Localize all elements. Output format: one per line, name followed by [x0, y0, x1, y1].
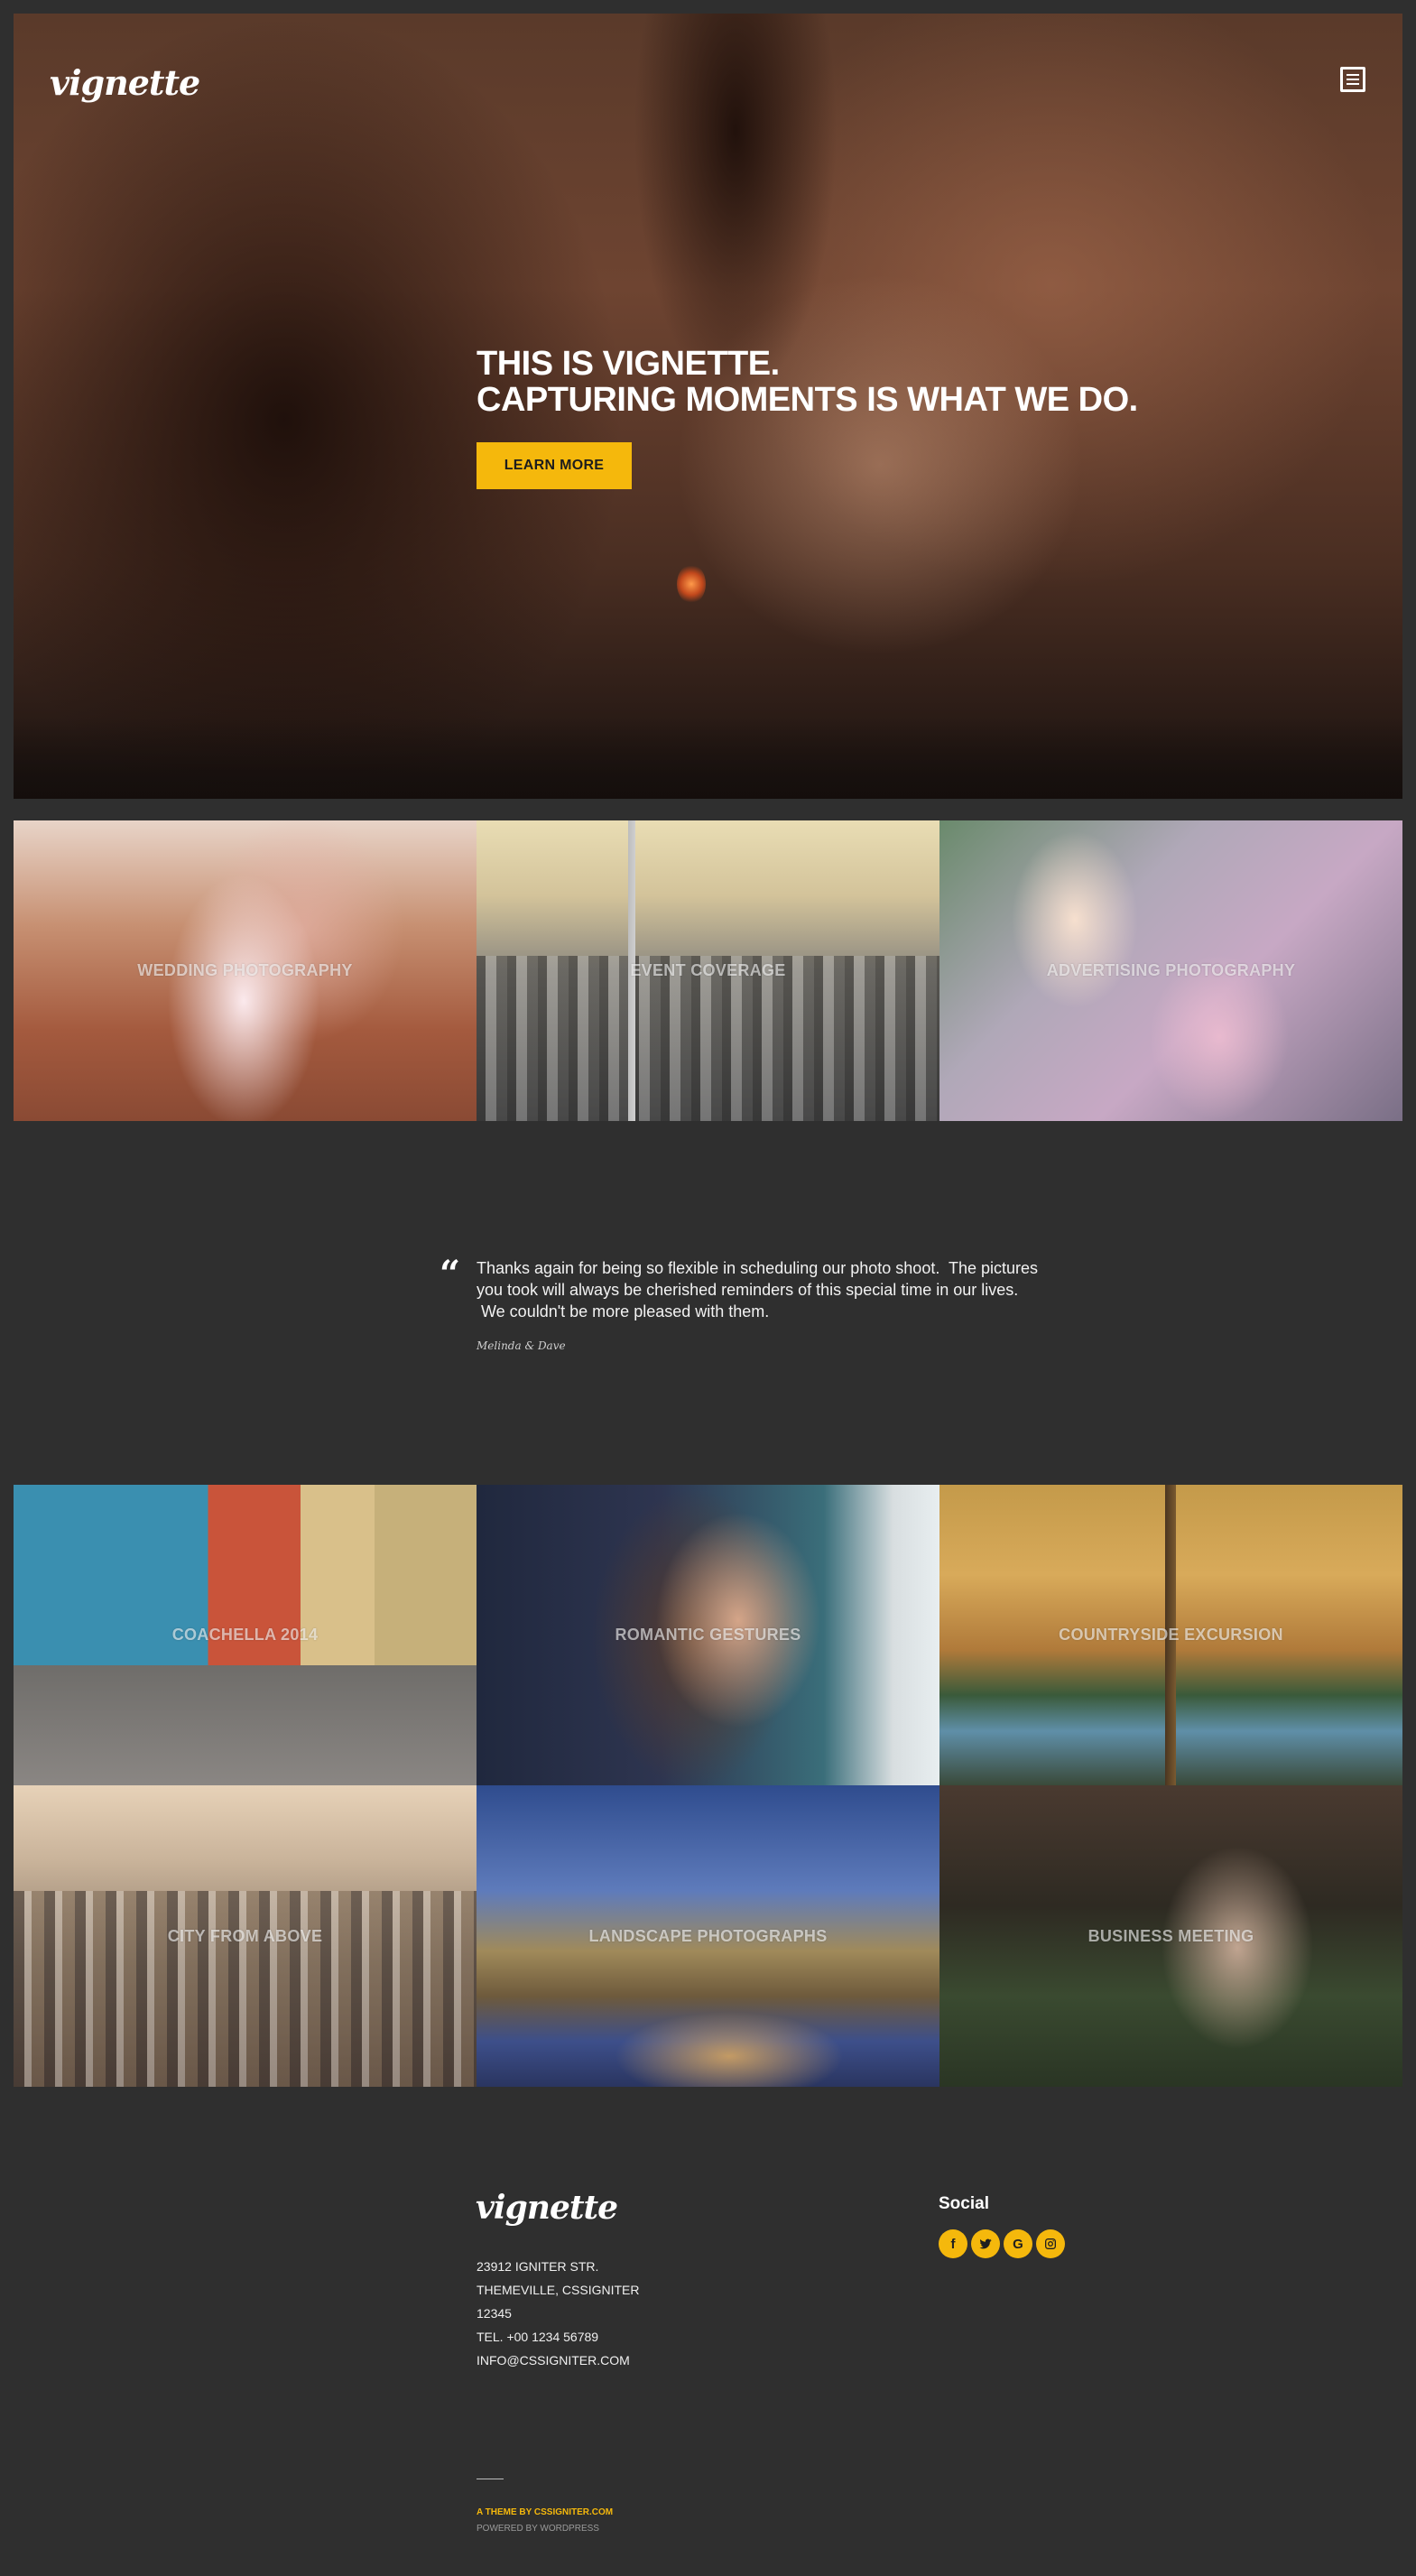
testimonial-line: We couldn't be more pleased with them. — [477, 1302, 770, 1320]
hero-banner: vignette THIS IS VIGNETTE. CAPTURING MOM… — [14, 14, 1402, 799]
gallery-tile-romantic[interactable]: ROMANTIC GESTURES — [477, 1485, 939, 1785]
footer-address: 23912 IGNITER STR. THEMEVILLE, CSSIGNITE… — [477, 2255, 639, 2372]
theme-credit-link[interactable]: A THEME BY CSSIGNITER.COM — [477, 2505, 613, 2521]
site-logo[interactable]: vignette — [50, 62, 200, 103]
gallery-tile-label: COUNTRYSIDE EXCURSION — [1059, 1626, 1283, 1644]
menu-icon — [1340, 67, 1365, 92]
gallery-tile-label: CITY FROM ABOVE — [167, 1926, 323, 1945]
gallery-tile-coachella[interactable]: COACHELLA 2014 — [14, 1485, 477, 1785]
testimonial-text: Thanks again for being so flexible in sc… — [477, 1257, 1126, 1322]
service-tile-label: EVENT COVERAGE — [630, 961, 786, 979]
gallery-tile-city[interactable]: CITY FROM ABOVE — [14, 1785, 477, 2087]
menu-button[interactable] — [1340, 66, 1367, 93]
testimonial-author: Melinda & Dave — [477, 1339, 566, 1352]
hero-lantern-glow — [677, 564, 706, 604]
gallery-tile-label: LANDSCAPE PHOTOGRAPHS — [588, 1926, 828, 1945]
hero-title-line-1: THIS IS VIGNETTE. — [477, 345, 780, 383]
service-tile-wedding[interactable]: WEDDING PHOTOGRAPHY — [14, 820, 477, 1121]
gallery-tile-label: COACHELLA 2014 — [171, 1626, 319, 1644]
hero-title: THIS IS VIGNETTE. CAPTURING MOMENTS IS W… — [477, 346, 1138, 418]
address-phone: TEL. +00 1234 56789 — [477, 2330, 599, 2344]
footer-credits: A THEME BY CSSIGNITER.COM POWERED BY WOR… — [477, 2505, 613, 2537]
address-line: 23912 IGNITER STR. — [477, 2259, 599, 2274]
service-tile-advertising[interactable]: ADVERTISING PHOTOGRAPHY — [939, 820, 1402, 1121]
service-tile-label: WEDDING PHOTOGRAPHY — [137, 961, 353, 979]
service-tile-label: ADVERTISING PHOTOGRAPHY — [1046, 961, 1296, 979]
gallery-tile-label: ROMANTIC GESTURES — [615, 1626, 801, 1644]
facebook-link[interactable]: f — [939, 2229, 967, 2258]
gallery-tile-business[interactable]: BUSINESS MEETING — [939, 1785, 1402, 2087]
gallery-tile-label: BUSINESS MEETING — [1087, 1926, 1254, 1945]
gallery-tile-landscape[interactable]: LANDSCAPE PHOTOGRAPHS — [477, 1785, 939, 2087]
gallery-tile-countryside[interactable]: COUNTRYSIDE EXCURSION — [939, 1485, 1402, 1785]
testimonial-line: you took will always be cherished remind… — [477, 1281, 1019, 1299]
hero-ground-shade — [14, 718, 1402, 799]
quote-icon: “ — [440, 1253, 461, 1295]
facebook-icon: f — [950, 2236, 956, 2252]
address-line: 12345 — [477, 2306, 512, 2321]
twitter-icon — [979, 2238, 992, 2249]
instagram-link[interactable] — [1036, 2229, 1065, 2258]
footer-logo[interactable]: vignette — [476, 2189, 618, 2227]
testimonial-line: Thanks again for being so flexible in sc… — [477, 1259, 1039, 1277]
twitter-link[interactable] — [971, 2229, 1000, 2258]
learn-more-button[interactable]: LEARN MORE — [477, 442, 632, 489]
hero-title-line-2: CAPTURING MOMENTS IS WHAT WE DO. — [477, 381, 1138, 419]
powered-by-link[interactable]: POWERED BY WORDPRESS — [477, 2521, 613, 2537]
address-email[interactable]: INFO@CSSIGNITER.COM — [477, 2349, 639, 2372]
address-line: THEMEVILLE, CSSIGNITER — [477, 2283, 640, 2297]
social-title: Social — [939, 2194, 989, 2213]
google-link[interactable]: G — [1004, 2229, 1032, 2258]
google-icon: G — [1013, 2236, 1023, 2252]
social-links: f G — [939, 2229, 1065, 2258]
instagram-icon — [1045, 2238, 1056, 2249]
service-tile-event[interactable]: EVENT COVERAGE — [477, 820, 939, 1121]
